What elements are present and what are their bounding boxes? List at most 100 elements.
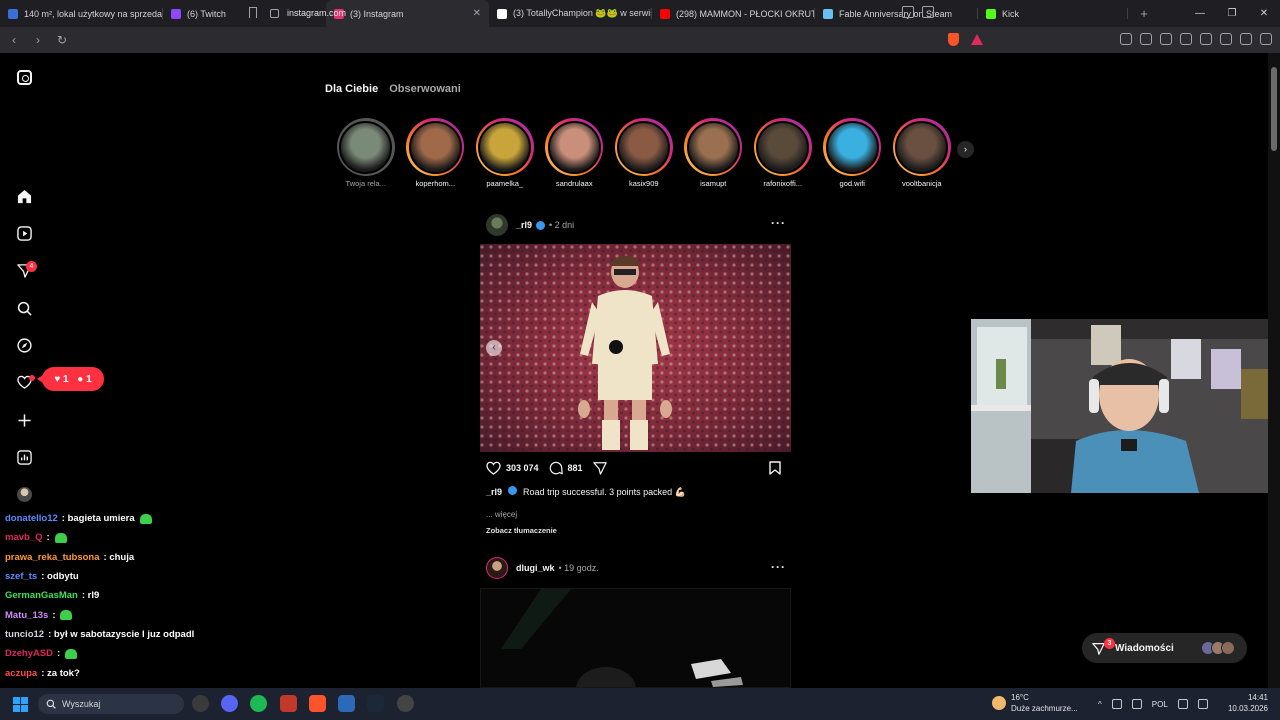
post-image[interactable]: [480, 244, 791, 452]
brave-rewards-icon[interactable]: [971, 34, 983, 45]
steam-icon[interactable]: [367, 695, 384, 712]
maximize-button[interactable]: ❐: [1216, 8, 1248, 19]
browser-tab[interactable]: 140 m², lokal użytkowy na sprzedaż: [0, 0, 163, 27]
taskbar-app-icon[interactable]: [280, 695, 297, 712]
story-item[interactable]: paamelka_: [470, 118, 540, 188]
story-item[interactable]: vooltbanicja: [887, 118, 957, 188]
story-ring: [475, 118, 534, 176]
tray-chevron-icon[interactable]: ^: [1098, 700, 1102, 709]
post-author-avatar[interactable]: [486, 557, 508, 579]
messages-button[interactable]: 3 Wiadomości: [1082, 633, 1247, 663]
home-icon[interactable]: [17, 189, 32, 204]
notifications-popup[interactable]: ♥ 1 ● 1: [37, 367, 104, 391]
chat-username[interactable]: tuncio12: [5, 629, 44, 640]
chat-username[interactable]: donatello12: [5, 513, 58, 524]
like-button[interactable]: 303 074: [486, 461, 539, 475]
reload-icon[interactable]: ↻: [52, 33, 72, 47]
minimize-button[interactable]: —: [1184, 8, 1216, 19]
browser-tab[interactable]: Kick: [978, 0, 1128, 27]
post-options-icon[interactable]: ···: [771, 560, 786, 574]
new-tab-button[interactable]: +: [1132, 6, 1156, 21]
notification-dot: [29, 375, 35, 381]
bookmark-icon[interactable]: [249, 7, 257, 18]
chat-username[interactable]: GermanGasMan: [5, 590, 78, 601]
carousel-prev-icon[interactable]: ‹: [486, 340, 502, 356]
chat-username[interactable]: DzehyASD: [5, 648, 53, 659]
extensions-icon[interactable]: [1120, 33, 1132, 45]
share-icon[interactable]: [922, 6, 934, 18]
chat-username[interactable]: prawa_reka_tubsona: [5, 552, 100, 563]
story-item[interactable]: isamupt: [679, 118, 749, 188]
message-avatars: [1201, 641, 1235, 655]
chat-username[interactable]: aczupa: [5, 668, 37, 679]
forward-icon[interactable]: ›: [28, 33, 48, 47]
post-image[interactable]: [480, 588, 791, 688]
story-item[interactable]: rafonixoffi...: [748, 118, 818, 188]
post-author-name[interactable]: _rl9: [516, 220, 532, 230]
leo-ai-icon[interactable]: [1220, 33, 1232, 45]
story-item[interactable]: kasix909: [609, 118, 679, 188]
network-icon[interactable]: [1177, 699, 1188, 709]
chat-username[interactable]: mavb_Q: [5, 532, 43, 543]
page-scrollbar[interactable]: [1268, 53, 1280, 688]
story-ring: [823, 118, 882, 176]
caption-more-link[interactable]: ... więcej: [486, 510, 517, 519]
address-bar[interactable]: instagram.com: [270, 4, 990, 22]
wallet-icon[interactable]: [1200, 33, 1212, 45]
spotify-icon[interactable]: [250, 695, 267, 712]
volume-icon[interactable]: [1197, 699, 1208, 709]
search-icon[interactable]: [17, 301, 32, 316]
instagram-logo-icon[interactable]: [17, 70, 32, 85]
caption-username[interactable]: _rl9: [486, 487, 502, 497]
close-window-button[interactable]: ✕: [1248, 8, 1280, 19]
story-item[interactable]: koperhom...: [401, 118, 471, 188]
post-author-name[interactable]: dlugi_wk: [516, 563, 555, 573]
story-item[interactable]: Twoja rela...: [331, 118, 401, 188]
media-icon[interactable]: [1160, 33, 1172, 45]
explore-icon[interactable]: [17, 338, 32, 353]
tab-following[interactable]: Obserwowani: [389, 83, 461, 95]
profile-avatar[interactable]: [17, 487, 32, 502]
menu-icon[interactable]: [1260, 33, 1272, 45]
tray-app-icon[interactable]: [1111, 699, 1122, 709]
calculator-icon[interactable]: [338, 695, 355, 712]
post-author-avatar[interactable]: [486, 214, 508, 236]
vpn-icon[interactable]: [1240, 33, 1252, 45]
brave-shields-icon[interactable]: [948, 33, 959, 46]
comment-button[interactable]: 881: [549, 461, 583, 475]
cast-icon[interactable]: [902, 6, 914, 18]
save-bookmark-icon[interactable]: [769, 461, 781, 475]
post-time: • 19 godz.: [558, 563, 599, 573]
tab-for-you[interactable]: Dla Ciebie: [325, 83, 378, 95]
comment-icon: [549, 461, 563, 475]
messages-label: Wiadomości: [1115, 642, 1174, 654]
story-avatar: [686, 120, 740, 174]
brave-browser-icon[interactable]: [309, 695, 326, 712]
chat-message: mavb_Q:: [0, 528, 230, 547]
taskbar-clock[interactable]: 14:41 10.03.2026: [1226, 692, 1268, 714]
story-item[interactable]: sandrulaax: [540, 118, 610, 188]
taskbar-search[interactable]: Wyszukaj: [38, 694, 184, 714]
dashboard-icon[interactable]: [17, 450, 32, 465]
post-options-icon[interactable]: ···: [771, 216, 786, 230]
scrollbar-thumb[interactable]: [1271, 67, 1277, 151]
discord-icon[interactable]: [221, 695, 238, 712]
story-item[interactable]: god.wifi: [818, 118, 888, 188]
stories-next-icon[interactable]: ›: [957, 141, 974, 158]
see-translation-link[interactable]: Zobacz tłumaczenie: [486, 526, 557, 535]
sidebar-icon[interactable]: [1180, 33, 1192, 45]
reels-icon[interactable]: [17, 226, 32, 241]
chat-username[interactable]: szef_ts: [5, 571, 37, 582]
taskbar-app-icon[interactable]: [397, 695, 414, 712]
windows-start-icon[interactable]: [13, 697, 28, 712]
site-settings-icon[interactable]: [270, 8, 279, 18]
create-plus-icon[interactable]: [17, 413, 32, 428]
screenshot-icon[interactable]: [1140, 33, 1152, 45]
weather-widget[interactable]: 16°C Duże zachmurze...: [992, 692, 1078, 714]
share-post-button[interactable]: [592, 461, 607, 475]
back-icon[interactable]: ‹: [4, 33, 24, 47]
input-language[interactable]: POL: [1152, 700, 1168, 709]
taskbar-app-icon[interactable]: [192, 695, 209, 712]
chat-username[interactable]: Matu_13s: [5, 610, 48, 621]
microphone-icon[interactable]: [1131, 699, 1142, 709]
